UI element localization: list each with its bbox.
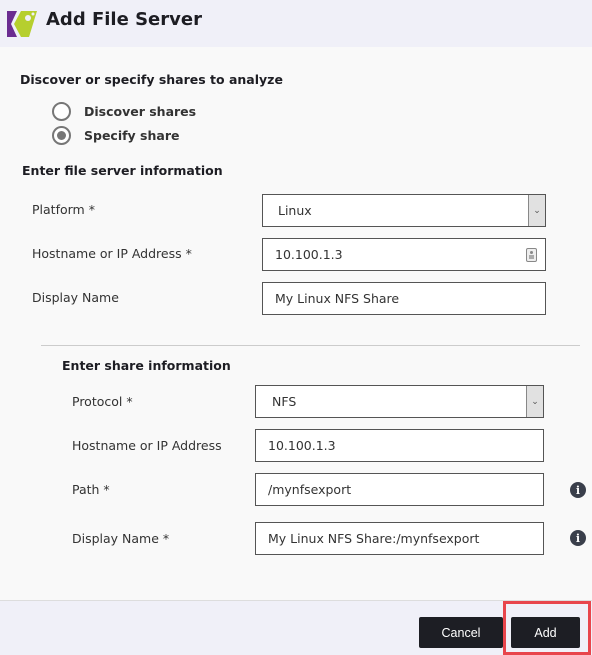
hostname-value: 10.100.1.3	[275, 247, 343, 262]
radio-specify-share[interactable]: Specify share	[52, 124, 179, 146]
hostname-input[interactable]: 10.100.1.3	[262, 238, 546, 271]
add-button-highlight	[503, 601, 591, 655]
radio-label: Specify share	[84, 127, 180, 143]
server-section-title: Enter file server information	[22, 163, 223, 178]
path-label: Path *	[72, 482, 110, 497]
path-value: /mynfsexport	[268, 482, 352, 497]
platform-select[interactable]: Linux ⌄	[262, 194, 546, 227]
dialog-title: Add File Server	[46, 9, 202, 30]
section-divider	[41, 345, 580, 346]
platform-value: Linux	[278, 203, 312, 218]
display-name-info-icon[interactable]: i	[570, 530, 586, 546]
dialog-body: Discover or specify shares to analyze Di…	[0, 47, 592, 600]
display-name-value: My Linux NFS Share	[275, 291, 400, 306]
app-logo-icon	[7, 11, 37, 37]
platform-label: Platform *	[32, 202, 95, 217]
share-hostname-label: Hostname or IP Address	[72, 438, 222, 453]
chevron-down-icon[interactable]: ⌄	[526, 386, 543, 417]
protocol-value: NFS	[272, 394, 297, 409]
share-display-name-value: My Linux NFS Share:/mynfsexport	[268, 531, 480, 546]
radio-button[interactable]	[52, 125, 71, 145]
radio-label: Discover shares	[84, 103, 197, 119]
hostname-label: Hostname or IP Address *	[32, 246, 192, 261]
share-hostname-input[interactable]: 10.100.1.3	[255, 429, 544, 462]
display-name-label: Display Name	[32, 290, 119, 305]
cancel-button[interactable]: Cancel	[419, 617, 503, 648]
display-name-input[interactable]: My Linux NFS Share	[262, 282, 546, 315]
protocol-select[interactable]: NFS ⌄	[255, 385, 544, 418]
protocol-label: Protocol *	[72, 394, 133, 409]
share-display-name-label: Display Name *	[72, 531, 170, 546]
path-info-icon[interactable]: i	[570, 482, 586, 498]
share-display-name-input[interactable]: My Linux NFS Share:/mynfsexport	[255, 522, 544, 555]
dialog-header: Add File Server	[0, 0, 592, 47]
chevron-down-icon[interactable]: ⌄	[528, 195, 545, 226]
radio-button[interactable]	[52, 101, 71, 121]
share-hostname-value: 10.100.1.3	[268, 438, 336, 453]
share-section-title: Enter share information	[62, 358, 231, 373]
discover-section-title: Discover or specify shares to analyze	[20, 72, 283, 87]
radio-discover-shares[interactable]: Discover shares	[52, 100, 196, 122]
contact-card-icon	[526, 248, 537, 262]
path-input[interactable]: /mynfsexport	[255, 473, 544, 506]
